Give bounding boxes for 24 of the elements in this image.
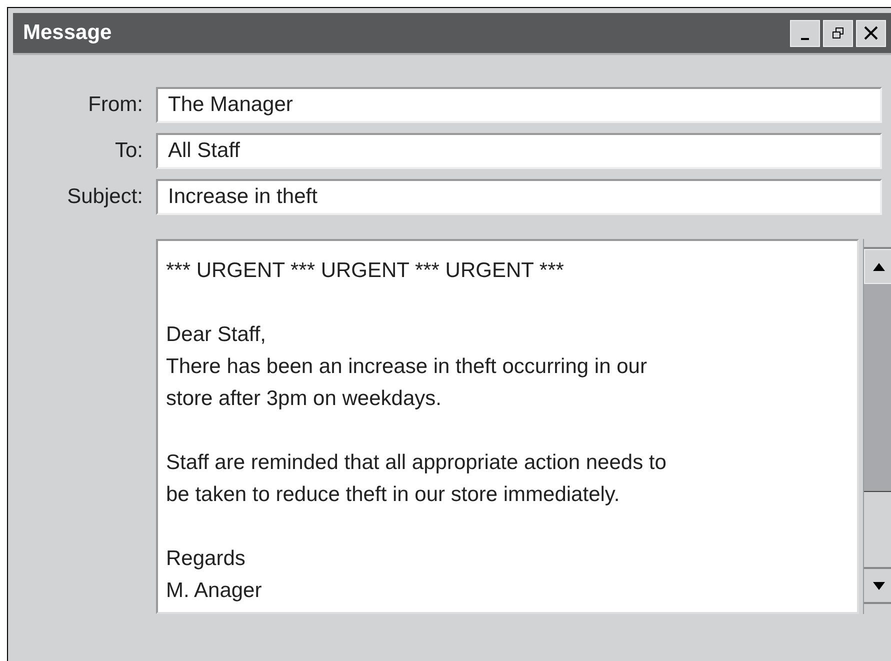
close-icon [863,25,879,41]
restore-button[interactable] [823,20,853,46]
message-line: M. Anager [166,578,262,604]
minimize-icon [801,38,809,40]
message-line: Regards [166,546,246,572]
message-body[interactable] [156,239,859,614]
field-label: From: [87,92,143,118]
message-line: Dear Staff, [166,322,266,348]
field-label: Subject: [66,184,143,210]
message-line: *** URGENT *** URGENT *** URGENT *** [166,258,564,284]
field-label: To: [114,138,143,164]
down-arrow-icon [872,582,884,590]
input-field[interactable]: The Manager [156,87,882,123]
up-arrow-icon [872,262,884,270]
minimize-button[interactable] [790,20,820,46]
message-line: be taken to reduce theft in our store immediately. [166,482,620,508]
window-title: Message [23,20,112,46]
restore-icon [832,27,844,39]
message-line: There has been an increase in theft occurring in our [166,354,647,380]
input-field[interactable]: Increase in theft [156,179,882,215]
message-line: Staff are reminded that all appropriate action needs to [166,450,666,476]
close-button[interactable] [856,20,886,46]
message-line: store after 3pm on weekdays. [166,386,442,412]
input-field[interactable]: All Staff [156,133,882,169]
